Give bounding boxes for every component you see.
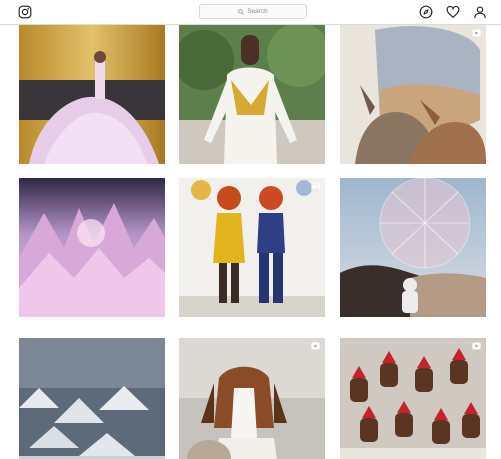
compass-icon[interactable] [419,5,433,19]
post-tile[interactable] [340,338,486,459]
post-image [179,178,325,317]
post-tile[interactable] [340,25,486,164]
post-tile[interactable] [179,178,325,317]
search-icon [238,8,244,15]
post-tile[interactable] [340,178,486,317]
post-image [340,178,486,317]
video-icon [472,342,481,350]
post-image [19,25,165,164]
top-navigation-bar: Search [0,0,501,25]
post-tile[interactable] [19,178,165,317]
video-icon [472,29,481,37]
post-tile[interactable] [19,338,165,459]
search-placeholder: Search [247,8,268,15]
post-grid [0,25,501,459]
heart-icon[interactable] [446,5,460,19]
video-icon [311,342,320,350]
post-image [340,338,486,459]
post-image [19,178,165,317]
post-image [179,25,325,164]
post-tile[interactable] [19,25,165,164]
post-image [340,25,486,164]
carousel-icon [311,182,320,190]
post-tile[interactable] [179,338,325,459]
instagram-icon[interactable] [18,5,32,19]
post-image [19,338,165,459]
post-tile[interactable] [179,25,325,164]
post-image [179,338,325,459]
profile-icon[interactable] [473,5,487,19]
search-input[interactable]: Search [199,4,307,19]
